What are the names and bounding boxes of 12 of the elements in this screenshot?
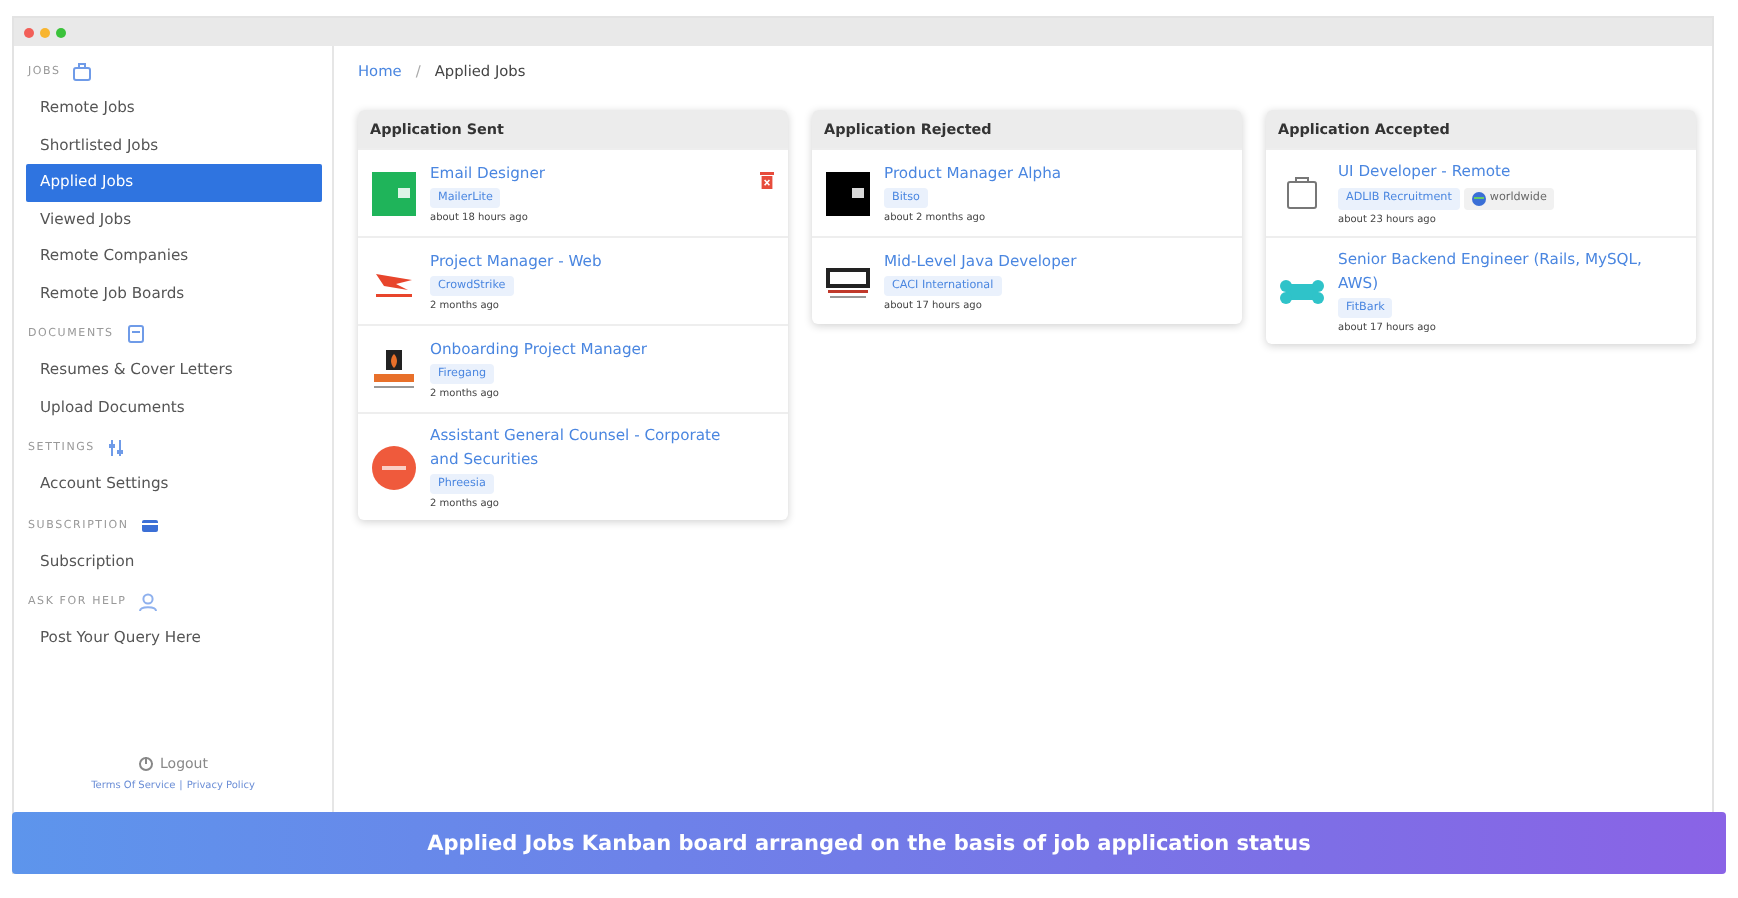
close-dot[interactable] (24, 27, 34, 37)
globe-icon (1471, 191, 1486, 206)
minimize-dot[interactable] (40, 27, 50, 37)
person-icon (138, 592, 159, 612)
maximize-dot[interactable] (56, 27, 66, 37)
sliders-icon (106, 438, 127, 458)
power-icon (138, 756, 155, 772)
document-icon (125, 324, 146, 344)
card-icon (140, 515, 161, 535)
briefcase-icon (72, 62, 93, 82)
caption-banner: Applied Jobs Kanban board arranged on the basis of job application status (12, 812, 1726, 874)
trash-icon[interactable] (760, 172, 774, 190)
